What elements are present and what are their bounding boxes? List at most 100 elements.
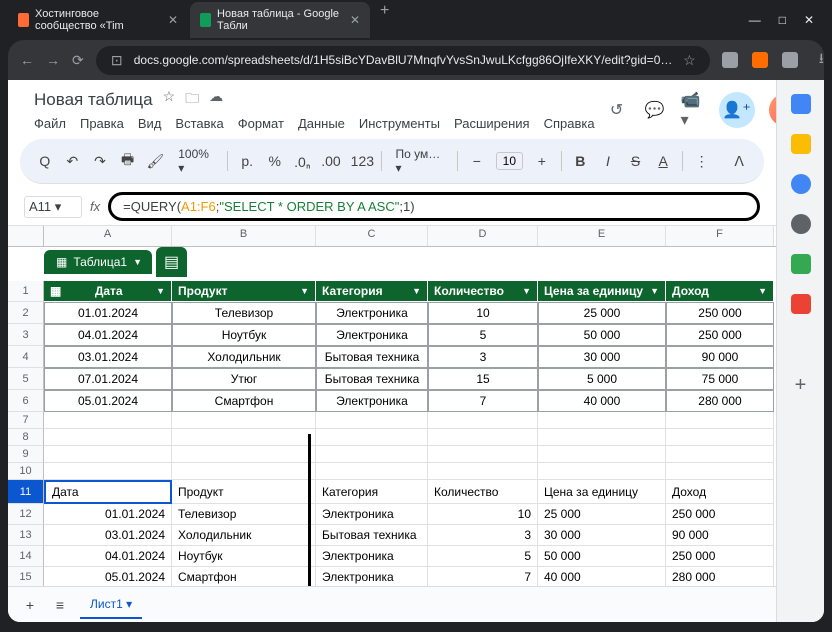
row-header-11[interactable]: 11 (8, 480, 44, 504)
keep-icon[interactable] (791, 134, 811, 154)
decimal-inc-icon[interactable]: .00 (321, 153, 340, 169)
row-header-3[interactable]: 3 (8, 324, 44, 346)
cell[interactable]: 05.01.2024 (44, 567, 172, 586)
col-header-b[interactable]: B (172, 226, 316, 246)
cell[interactable]: 250 000 (666, 302, 774, 324)
cell[interactable] (538, 463, 666, 480)
format-123-icon[interactable]: 123 (351, 153, 371, 169)
get-addons-icon[interactable]: + (795, 374, 807, 397)
col-header-e[interactable]: E (538, 226, 666, 246)
decimal-dec-icon[interactable]: .0₏ (294, 153, 312, 170)
cell[interactable]: 25 000 (538, 302, 666, 324)
window-maximize[interactable]: □ (779, 13, 786, 27)
table-chip-expand[interactable]: ▤ (156, 247, 187, 277)
cell[interactable]: 5 (428, 546, 538, 567)
cell[interactable]: 250 000 (666, 324, 774, 346)
font-select[interactable]: По ум… ▾ (392, 145, 448, 177)
calendar-icon[interactable] (791, 94, 811, 114)
star-doc-icon[interactable]: ☆ (163, 88, 176, 112)
comment-icon[interactable]: 💬 (643, 98, 667, 122)
cell[interactable]: 280 000 (666, 567, 774, 586)
paint-format-icon[interactable]: 🖌 (146, 153, 164, 170)
cell[interactable] (428, 463, 538, 480)
cell[interactable]: 15 (428, 368, 538, 390)
cell[interactable] (44, 463, 172, 480)
cell[interactable]: 280 000 (666, 390, 774, 412)
cell[interactable]: Доход▼ (666, 281, 774, 302)
cell[interactable]: 04.01.2024 (44, 324, 172, 346)
col-header-c[interactable]: C (316, 226, 428, 246)
cell[interactable] (538, 429, 666, 446)
reload-button[interactable]: ⟳ (72, 52, 84, 69)
cell[interactable] (666, 412, 774, 429)
cell[interactable]: 50 000 (538, 546, 666, 567)
cell[interactable]: 7 (428, 567, 538, 586)
site-info-icon[interactable]: ⊡ (108, 52, 126, 69)
doc-title[interactable]: Новая таблица (34, 90, 153, 110)
bold-icon[interactable]: B (571, 153, 589, 169)
cell[interactable]: Дата (44, 480, 172, 504)
cell[interactable]: Утюг (172, 368, 316, 390)
cell[interactable]: 03.01.2024 (44, 525, 172, 546)
spreadsheet-grid[interactable]: A B C D E F ▦ Таблица1 ▼ ▤ 1▦ Дата▼Проду… (8, 226, 776, 586)
extensions-button[interactable] (782, 52, 798, 68)
cell[interactable]: Телевизор (172, 302, 316, 324)
cell[interactable]: Холодильник (172, 525, 316, 546)
row-header-12[interactable]: 12 (8, 504, 44, 525)
cell[interactable] (428, 412, 538, 429)
cell[interactable]: 40 000 (538, 567, 666, 586)
menu-extensions[interactable]: Расширения (454, 116, 530, 131)
cell[interactable] (666, 446, 774, 463)
cell[interactable]: 30 000 (538, 525, 666, 546)
cell[interactable]: Электроника (316, 567, 428, 586)
row-header-1[interactable]: 1 (8, 281, 44, 302)
maps-icon[interactable] (791, 254, 811, 274)
cell[interactable] (428, 429, 538, 446)
cell[interactable]: 07.01.2024 (44, 368, 172, 390)
cell[interactable]: Цена за единицу▼ (538, 281, 666, 302)
percent-icon[interactable]: % (266, 153, 284, 169)
extension-icon-1[interactable] (722, 52, 738, 68)
cell[interactable]: 01.01.2024 (44, 302, 172, 324)
row-header-6[interactable]: 6 (8, 390, 44, 412)
cell[interactable]: Электроника (316, 390, 428, 412)
cell[interactable] (172, 429, 316, 446)
cell[interactable]: 250 000 (666, 546, 774, 567)
menu-help[interactable]: Справка (544, 116, 595, 131)
cell[interactable]: 30 000 (538, 346, 666, 368)
cell[interactable]: Бытовая техника (316, 368, 428, 390)
collapse-toolbar-icon[interactable]: ᐱ (730, 153, 748, 170)
menu-file[interactable]: Файл (34, 116, 66, 131)
tasks-icon[interactable] (791, 174, 811, 194)
cell[interactable] (44, 412, 172, 429)
history-icon[interactable]: ↺ (605, 98, 629, 122)
menu-view[interactable]: Вид (138, 116, 162, 131)
cell[interactable] (44, 429, 172, 446)
row-header-13[interactable]: 13 (8, 525, 44, 546)
cell[interactable]: Электроника (316, 302, 428, 324)
user-avatar[interactable] (769, 94, 776, 126)
cell[interactable] (44, 446, 172, 463)
cell[interactable] (172, 446, 316, 463)
cell[interactable] (666, 429, 774, 446)
cell[interactable]: 250 000 (666, 504, 774, 525)
window-close[interactable]: ✕ (804, 13, 814, 27)
row-header-7[interactable]: 7 (8, 412, 44, 429)
cell[interactable]: 10 (428, 504, 538, 525)
menu-tools[interactable]: Инструменты (359, 116, 440, 131)
cell[interactable]: Смартфон (172, 390, 316, 412)
download-icon[interactable]: ⭳ (812, 48, 830, 72)
extension-icon-2[interactable] (752, 52, 768, 68)
fx-icon[interactable]: fx (90, 199, 100, 214)
cell[interactable]: Бытовая техника (316, 346, 428, 368)
cell[interactable]: Бытовая техника (316, 525, 428, 546)
cell[interactable]: Категория (316, 480, 428, 504)
cell[interactable]: Электроника (316, 546, 428, 567)
italic-icon[interactable]: I (599, 153, 617, 169)
browser-tab-1[interactable]: Новая таблица - Google Табли ✕ (190, 2, 370, 38)
row-header-8[interactable]: 8 (8, 429, 44, 446)
col-header-f[interactable]: F (666, 226, 774, 246)
toolbar-more-icon[interactable]: ⋮ (693, 153, 711, 170)
cell[interactable]: 03.01.2024 (44, 346, 172, 368)
cell[interactable]: 7 (428, 390, 538, 412)
